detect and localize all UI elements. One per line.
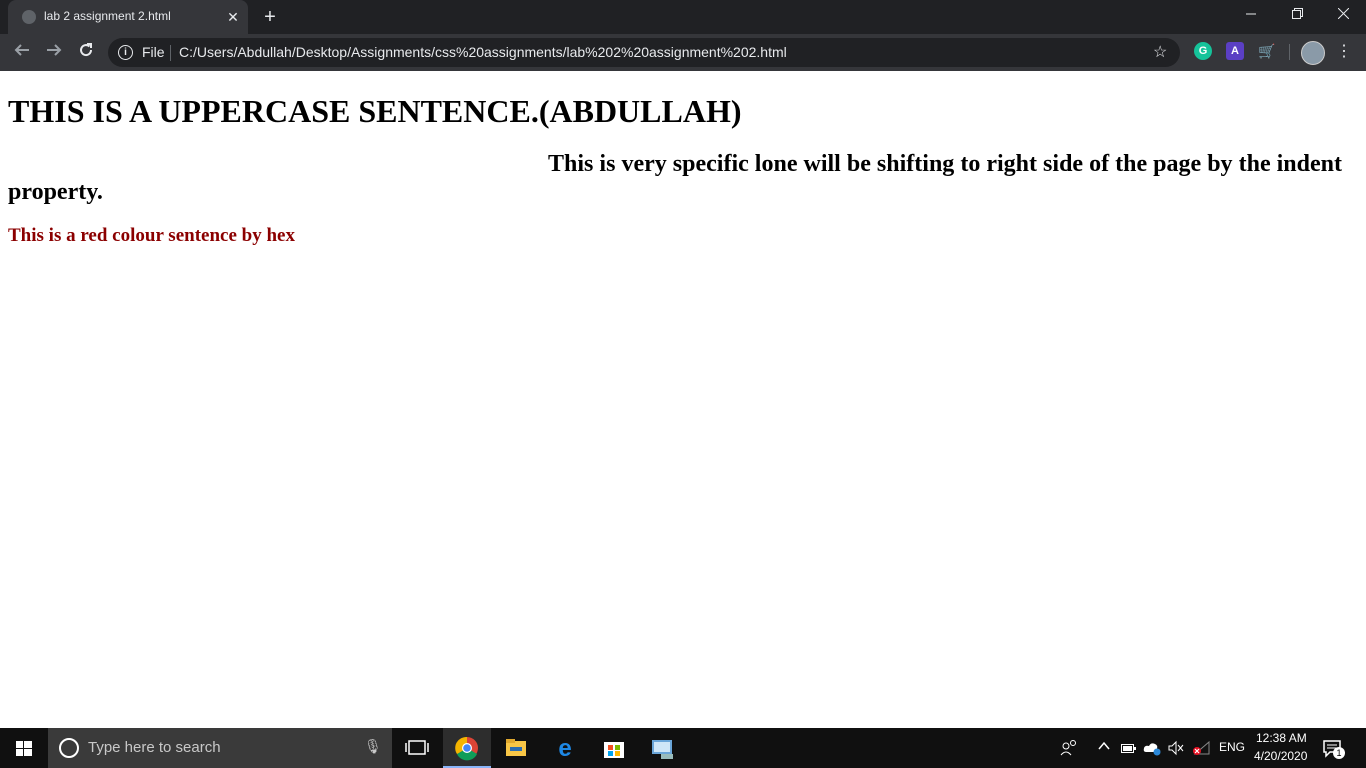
network-disconnected-icon[interactable] (1191, 740, 1211, 761)
control-panel-icon (652, 740, 673, 759)
edge-icon: e (558, 735, 571, 762)
tab-title: lab 2 assignment 2.html (44, 9, 171, 23)
people-icon[interactable] (1060, 738, 1078, 761)
close-window-button[interactable] (1320, 0, 1366, 30)
reload-icon (80, 43, 93, 57)
chrome-menu-icon[interactable]: ⋮ (1336, 40, 1352, 64)
file-label: File (142, 44, 165, 60)
notification-count-badge: 1 (1333, 747, 1345, 759)
indented-paragraph: This is very specific lone will be shift… (8, 151, 1342, 205)
windows-taskbar: Type here to search 🎙 e ENG 12:38 AM 4/2… (0, 728, 1366, 768)
url-text[interactable]: C:/Users/Abdullah/Desktop/Assignments/cs… (179, 44, 787, 60)
task-view-icon (405, 740, 429, 755)
page-content: THIS IS A UPPERCASE SENTENCE.(ABDULLAH) … (0, 71, 1366, 728)
address-bar[interactable]: i File C:/Users/Abdullah/Desktop/Assignm… (108, 38, 1180, 67)
store-bag-icon (604, 742, 624, 758)
taskbar-control-panel[interactable] (639, 728, 687, 768)
language-indicator[interactable]: ENG (1219, 740, 1245, 754)
reload-button[interactable] (74, 40, 98, 64)
svg-text:e: e (558, 735, 571, 762)
battery-icon[interactable] (1121, 742, 1137, 760)
new-tab-button[interactable]: + (259, 6, 281, 28)
taskbar-store[interactable] (590, 728, 638, 768)
start-button[interactable] (0, 728, 48, 768)
bookmark-star-icon[interactable]: ☆ (1153, 42, 1167, 62)
omnibox-separator (170, 45, 171, 61)
extension-a-icon[interactable]: A (1226, 42, 1244, 60)
clock-date[interactable]: 4/20/2020 (1254, 749, 1307, 763)
volume-muted-icon[interactable] (1167, 740, 1185, 761)
task-view-button[interactable] (393, 728, 441, 768)
grammarly-extension-icon[interactable]: G (1194, 42, 1212, 60)
browser-toolbar: i File C:/Users/Abdullah/Desktop/Assignm… (0, 34, 1366, 71)
tab-strip: lab 2 assignment 2.html ✕ + (0, 0, 1366, 34)
microphone-icon[interactable]: 🎙 (364, 738, 382, 755)
forward-arrow-icon (47, 44, 62, 56)
minimize-icon (1246, 13, 1256, 15)
back-button[interactable] (10, 40, 34, 64)
browser-tab[interactable]: lab 2 assignment 2.html ✕ (8, 0, 248, 34)
close-icon (1337, 7, 1349, 20)
close-tab-icon[interactable]: ✕ (224, 8, 242, 26)
toolbar-separator (1289, 44, 1290, 60)
taskbar-edge[interactable]: e (541, 728, 589, 768)
taskbar-file-explorer[interactable] (492, 728, 540, 768)
profile-avatar[interactable] (1301, 41, 1325, 65)
action-center-button[interactable]: 1 (1322, 738, 1345, 760)
onedrive-sync-icon[interactable] (1143, 740, 1163, 761)
chrome-icon (455, 736, 478, 761)
red-hex-sentence: This is a red colour sentence by hex (8, 225, 295, 246)
back-arrow-icon (14, 44, 29, 56)
minimize-button[interactable] (1228, 0, 1274, 30)
clock-time[interactable]: 12:38 AM (1256, 731, 1307, 745)
show-hidden-icons-chevron-icon[interactable] (1098, 740, 1110, 755)
globe-icon (22, 10, 36, 24)
info-icon[interactable]: i (118, 45, 133, 60)
search-placeholder: Type here to search (88, 739, 221, 756)
cortana-icon (59, 738, 79, 758)
forward-button[interactable] (42, 40, 66, 64)
restore-button[interactable] (1274, 0, 1320, 30)
uppercase-heading: THIS IS A UPPERCASE SENTENCE.(ABDULLAH) (8, 93, 742, 129)
windows-logo-icon (16, 741, 32, 756)
taskbar-chrome[interactable] (443, 728, 491, 768)
folder-icon (506, 739, 526, 756)
taskbar-search-box[interactable]: Type here to search 🎙 (48, 728, 392, 768)
shopping-cart-extension-icon[interactable]: 🛒 (1258, 42, 1276, 60)
restore-icon (1291, 8, 1303, 19)
